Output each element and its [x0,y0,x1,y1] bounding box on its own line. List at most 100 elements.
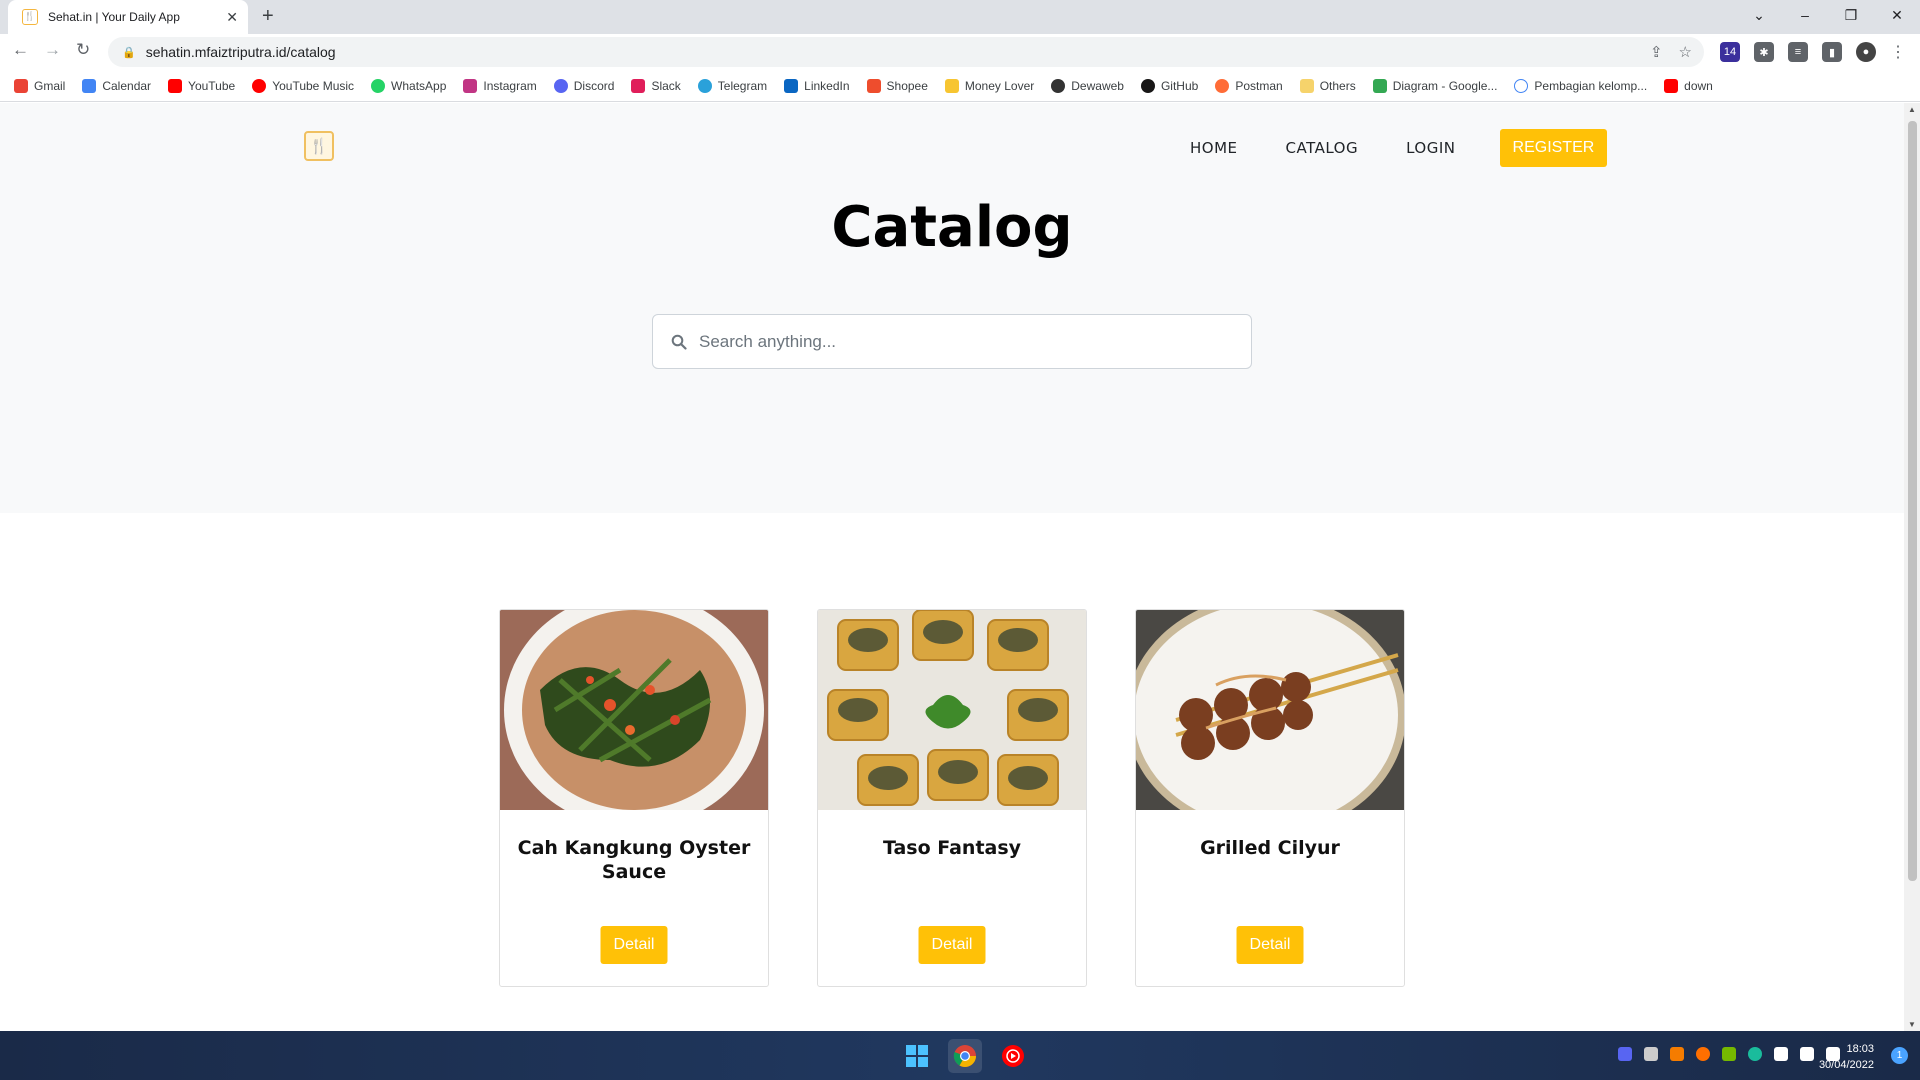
menu-kebab-icon[interactable]: ⋮ [1890,42,1906,62]
bookmark-others-folder[interactable]: Others [1299,78,1356,93]
bookmark-pembagian[interactable]: Pembagian kelomp... [1514,78,1647,93]
youtube-icon [1664,78,1679,93]
dewaweb-icon [1051,78,1066,93]
bookmark-diagram[interactable]: Diagram - Google... [1372,78,1497,93]
scroll-thumb[interactable] [1908,121,1917,881]
profile-avatar-icon[interactable]: ● [1856,42,1876,62]
close-window-icon[interactable]: ✕ [1874,0,1920,30]
share-icon[interactable]: ⇪ [1650,43,1663,61]
catalog-card: Grilled Cilyur Detail [1135,609,1405,987]
url-text[interactable]: sehatin.mfaiztriputra.id/catalog [146,44,336,60]
window-controls: ⌄ – ❐ ✕ [1736,0,1920,30]
discord-icon [553,78,568,93]
bookmarks-bar: Gmail Calendar YouTube YouTube Music Wha… [0,70,1920,102]
new-tab-icon[interactable]: + [262,5,274,28]
bookmark-youtube[interactable]: YouTube [168,78,235,93]
bookmark-star-icon[interactable]: ☆ [1679,43,1692,61]
catalog-card: Cah Kangkung Oyster Sauce Detail [499,609,769,987]
page-title: Catalog [831,195,1073,260]
page-scrollbar[interactable]: ▲ ▼ [1904,103,1920,1031]
bookmark-postman[interactable]: Postman [1215,78,1283,93]
scroll-up-icon[interactable]: ▲ [1904,105,1920,114]
start-windows-icon[interactable] [900,1039,934,1073]
card-image-taso-fantasy [818,610,1086,810]
browser-toolbar: ← → ↻ 🔒 sehatin.mfaiztriputra.id/catalog… [0,34,1920,70]
google-drive-icon [1372,78,1387,93]
card-image-cah-kangkung [500,610,768,810]
volume-icon[interactable] [1800,1047,1814,1061]
search-input[interactable] [697,330,1217,353]
usb-tray-icon[interactable] [1644,1047,1658,1061]
tab-strip: 🍴 Sehat.in | Your Daily App ✕ + ⌄ – ❐ ✕ [0,0,1920,34]
chrome-taskbar-icon[interactable] [948,1039,982,1073]
card-title: Taso Fantasy [882,837,1022,859]
clock-date: 30/04/2022 [1818,1059,1874,1071]
reload-icon[interactable]: ↻ [76,40,90,60]
register-button[interactable]: REGISTER [1499,129,1608,167]
bookmark-discord[interactable]: Discord [553,78,614,93]
detail-button[interactable]: Detail [918,926,986,964]
side-panel-icon[interactable]: ▮ [1822,42,1842,62]
site-favicon-icon: 🍴 [22,9,38,25]
nav-login[interactable]: LOGIN [1406,139,1455,157]
main-nav: HOME CATALOG LOGIN REGISTER [1190,129,1608,167]
bookmark-instagram[interactable]: Instagram [463,78,537,93]
bookmark-whatsapp[interactable]: WhatsApp [371,78,446,93]
money-lover-icon [944,78,959,93]
restore-icon[interactable]: ❐ [1828,0,1874,30]
wifi-icon[interactable] [1774,1047,1788,1061]
bookmark-linkedin[interactable]: LinkedIn [784,78,850,93]
forward-icon[interactable]: → [44,40,61,60]
reading-list-icon[interactable]: ≡ [1788,42,1808,62]
card-title: Cah Kangkung Oyster Sauce [517,837,751,883]
hero-section: 🍴 HOME CATALOG LOGIN REGISTER Catalog [0,103,1904,513]
nav-catalog[interactable]: CATALOG [1286,139,1359,157]
minimize-icon[interactable]: – [1782,0,1828,30]
calendar-icon [82,78,97,93]
bookmark-telegram[interactable]: Telegram [697,78,767,93]
clock[interactable]: 18:03 30/04/2022 [1819,1041,1874,1073]
slack-icon [631,78,646,93]
youtube-icon [168,78,183,93]
notification-badge[interactable]: 1 [1891,1047,1908,1064]
bookmark-dewaweb[interactable]: Dewaweb [1051,78,1124,93]
scroll-down-icon[interactable]: ▼ [1904,1020,1920,1029]
card-image-grilled-cilyur [1136,610,1404,810]
tab-search-icon[interactable]: ⌄ [1736,0,1782,30]
github-icon [1140,78,1155,93]
bookmark-gmail[interactable]: Gmail [14,78,65,93]
extensions-puzzle-icon[interactable]: ✱ [1754,42,1774,62]
catalog-card: Taso Fantasy Detail [817,609,1087,987]
taskbar: 18:03 30/04/2022 1 [0,1031,1920,1080]
back-icon[interactable]: ← [12,40,29,60]
security-tray-icon[interactable] [1748,1047,1762,1061]
tab-active[interactable]: 🍴 Sehat.in | Your Daily App ✕ [8,0,248,34]
brave-tray-icon[interactable] [1696,1047,1710,1061]
tab-close-icon[interactable]: ✕ [226,9,238,26]
nvidia-tray-icon[interactable] [1722,1047,1736,1061]
nav-home[interactable]: HOME [1190,139,1238,157]
telegram-icon [697,78,712,93]
bookmark-money-lover[interactable]: Money Lover [944,78,1034,93]
lock-icon[interactable]: 🔒 [122,46,136,59]
card-title: Grilled Cilyur [1200,837,1340,859]
site-logo[interactable]: 🍴 [304,131,334,161]
discord-tray-icon[interactable] [1618,1047,1632,1061]
bookmark-github[interactable]: GitHub [1140,78,1198,93]
app-tray-icon[interactable] [1670,1047,1684,1061]
youtube-music-taskbar-icon[interactable] [996,1039,1030,1073]
food-image [500,610,768,810]
extension-graduation-icon[interactable]: 14 [1720,42,1740,62]
food-image [1136,610,1404,810]
search-box [652,314,1252,369]
detail-button[interactable]: Detail [1236,926,1304,964]
bookmark-youtube-music[interactable]: YouTube Music [252,78,354,93]
bookmark-shopee[interactable]: Shopee [866,78,928,93]
bookmark-calendar[interactable]: Calendar [82,78,151,93]
youtube-music-icon [252,78,267,93]
bookmark-slack[interactable]: Slack [631,78,681,93]
gmail-icon [14,78,28,93]
address-bar[interactable]: 🔒 sehatin.mfaiztriputra.id/catalog ⇪ ☆ [108,37,1704,67]
bookmark-down[interactable]: down [1664,78,1713,93]
detail-button[interactable]: Detail [600,926,668,964]
